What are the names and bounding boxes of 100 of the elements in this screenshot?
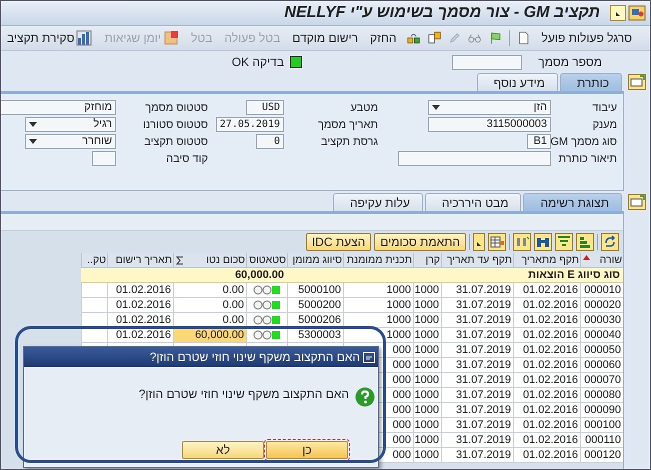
toolbar-menu-label[interactable]: סרגל פעולות פועל — [541, 31, 632, 45]
chart-icon — [76, 30, 92, 46]
table-cell: 000 — [392, 449, 411, 461]
tab[interactable]: תצוגת רשימה — [523, 193, 622, 211]
table-cell: 0.00 — [222, 314, 244, 326]
table-cell: 000 — [392, 389, 411, 401]
column-header[interactable]: טק.. — [81, 253, 107, 268]
table-cell: 1000 — [414, 419, 439, 431]
input-field[interactable] — [92, 151, 116, 166]
toolbar-button[interactable]: סקירת תקציב — [4, 30, 94, 46]
column-header[interactable]: סיווג ממומן — [287, 253, 343, 268]
input-field[interactable] — [452, 54, 522, 70]
field-label: גרסת תקציב — [320, 136, 378, 148]
input-field[interactable] — [398, 151, 551, 166]
table-cell: 1000 — [414, 359, 439, 371]
table-cell: 31.07.2019 — [456, 344, 511, 356]
tab[interactable]: כותרת — [560, 73, 622, 91]
tab[interactable]: מידע נוסף — [476, 73, 558, 91]
column-header[interactable]: תאריך רישום — [107, 253, 173, 268]
flag-icon[interactable] — [490, 30, 502, 46]
table-cell: 1000 — [386, 299, 411, 311]
document-icon[interactable] — [518, 30, 530, 46]
dropdown-field[interactable]: הזן — [428, 100, 551, 115]
dropdown-field[interactable]: רגיל — [25, 117, 116, 132]
sort-icon[interactable] — [576, 233, 594, 251]
input-field[interactable]: B1 — [527, 134, 551, 149]
table-cell: 01.02.2016 — [522, 404, 578, 416]
table-cell: 000020 — [584, 299, 621, 311]
table-cell: 1000 — [414, 299, 439, 311]
table-cell: 01.02.2016 — [116, 284, 171, 296]
find-next-icon[interactable] — [513, 233, 531, 251]
table-cell: 5300003 — [298, 329, 341, 341]
group-total: 60,000.00 — [173, 268, 287, 283]
table-cell: 01.02.2016 — [522, 449, 578, 461]
table-cell: 000 — [392, 344, 411, 356]
filter-icon[interactable] — [555, 233, 573, 251]
layout-icon[interactable] — [488, 233, 506, 251]
table-cell: 01.02.2016 — [522, 314, 578, 326]
glasses-icon[interactable] — [468, 32, 482, 44]
table-cell: 000 — [392, 434, 411, 446]
dialog-button[interactable]: כן — [266, 441, 348, 459]
field-label: סטטוס מסמך — [144, 102, 208, 114]
dropdown-field[interactable]: שוחרר — [25, 134, 116, 149]
toolbar-button[interactable]: התאמת סכומים — [374, 233, 466, 251]
column-header[interactable]: תכנית ממומנת — [343, 253, 413, 268]
column-header[interactable]: תקף עד תאריך — [441, 253, 513, 268]
table-cell: 000030 — [584, 314, 621, 326]
table-cell: 01.02.2016 — [522, 374, 578, 386]
field-label: מטבע — [350, 102, 378, 114]
column-header[interactable]: שורה — [580, 253, 623, 268]
table-cell: 1000 — [386, 284, 411, 296]
refresh-icon[interactable] — [601, 233, 619, 251]
tab[interactable]: מבט היררכיה — [424, 193, 522, 211]
expand-panel-icon[interactable] — [628, 194, 646, 210]
dropdown-arrow-icon — [29, 139, 37, 144]
input-field[interactable]: USD — [246, 100, 284, 115]
toolbar-button[interactable]: הצעת IDC — [306, 233, 372, 251]
table-cell: 000 — [392, 359, 411, 371]
table-cell: 1000 — [414, 314, 439, 326]
app-icon[interactable] — [628, 5, 646, 21]
table-cell: 000090 — [584, 404, 621, 416]
table-cell: 000100 — [584, 419, 621, 431]
check-status-text: בדיקה OK — [232, 55, 284, 69]
table-cell: 1000 — [414, 404, 439, 416]
toolbar-button[interactable]: החזק — [368, 31, 398, 45]
dialog-button[interactable]: לא — [182, 441, 264, 459]
field-label: מענק — [592, 118, 617, 130]
table-cell: 01.02.2016 — [522, 329, 578, 341]
log-icon — [163, 30, 180, 46]
menu-caret-icon[interactable] — [473, 233, 485, 251]
column-header[interactable]: סכום נטו — [173, 253, 246, 268]
input-field[interactable]: מוחזק — [1, 100, 116, 115]
table-cell: 000060 — [584, 359, 621, 371]
sort-ascending-icon — [583, 255, 590, 260]
column-header[interactable]: סטאטוס — [246, 253, 287, 268]
table-cell: 1000 — [414, 389, 439, 401]
table-cell: 31.07.2019 — [456, 359, 511, 371]
table-cell: 01.02.2016 — [522, 389, 578, 401]
table-cell: 31.07.2019 — [456, 389, 511, 401]
dropdown-arrow-icon — [432, 105, 440, 110]
input-field[interactable]: 0 — [256, 134, 284, 149]
table-cell: 000050 — [584, 344, 621, 356]
toolbar-button[interactable]: רישום מוקדם — [290, 31, 360, 45]
menu-caret-icon[interactable] — [610, 5, 626, 21]
input-field[interactable]: 3115000003 — [428, 117, 551, 132]
expand-panel-icon[interactable] — [628, 74, 646, 90]
table-cell: 1000 — [414, 329, 439, 341]
field-label: עיבוד — [591, 102, 617, 114]
table-cell: 000 — [392, 374, 411, 386]
copy-icon[interactable] — [428, 30, 441, 46]
tab[interactable]: עלות עקיפה — [332, 193, 423, 211]
binoculars-icon[interactable] — [534, 233, 552, 251]
table-cell: 31.07.2019 — [456, 299, 511, 311]
column-header[interactable]: קרן — [413, 253, 441, 268]
column-header[interactable]: תקף מתאריך — [513, 253, 580, 268]
table-cell: 31.07.2019 — [456, 419, 511, 431]
table-cell: 01.02.2016 — [522, 434, 578, 446]
table-cell: 31.07.2019 — [456, 434, 511, 446]
table-cell: 31.07.2019 — [456, 329, 511, 341]
input-field[interactable]: 27.05.2019 — [216, 117, 284, 132]
